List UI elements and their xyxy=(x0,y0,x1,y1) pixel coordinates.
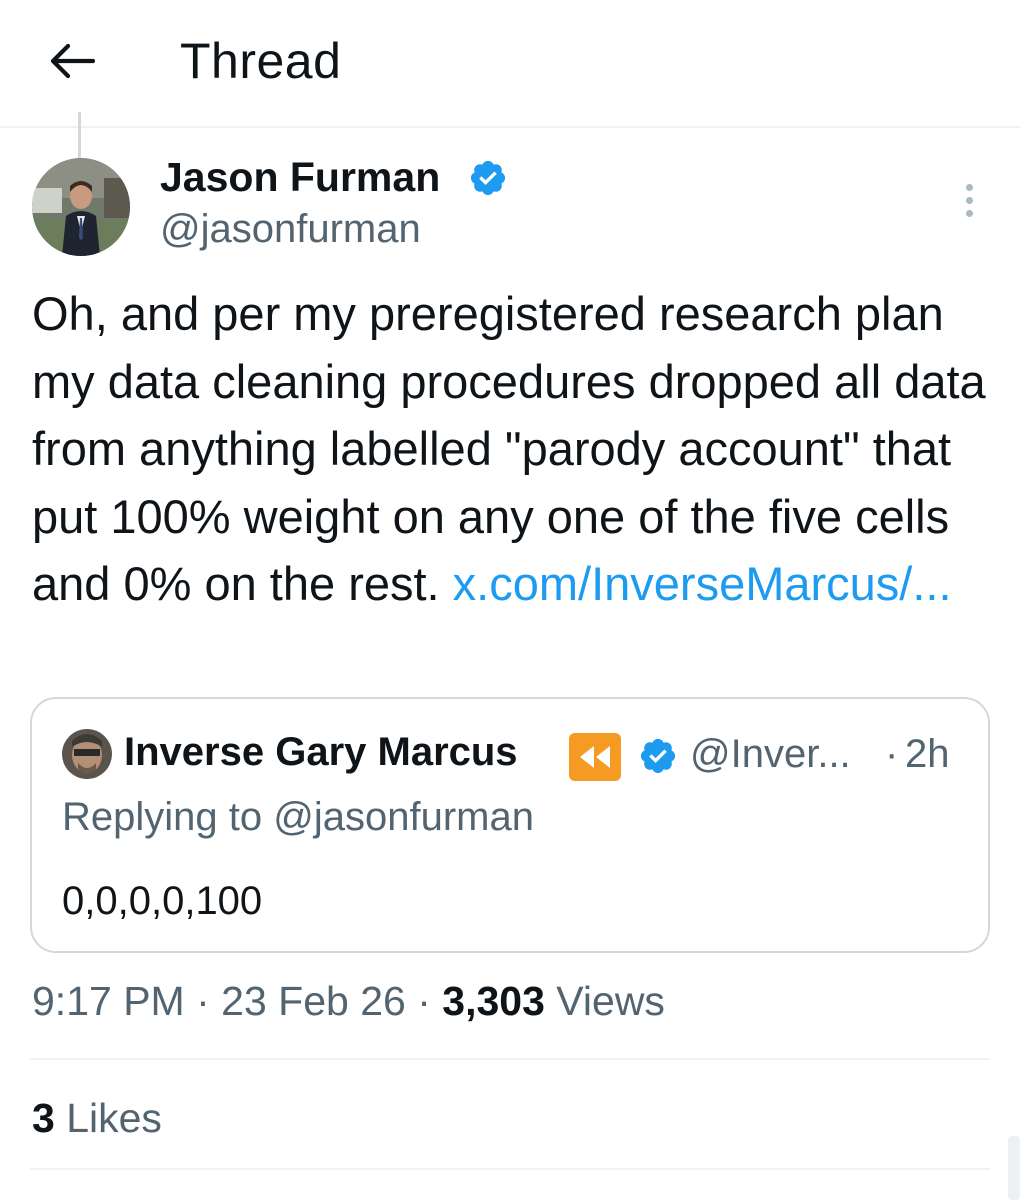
more-dots-icon xyxy=(965,183,973,191)
divider xyxy=(30,1058,990,1060)
quoted-tweet-card[interactable]: Inverse Gary Marcus @Inver... · 2h Reply… xyxy=(30,697,990,953)
quote-profile-photo xyxy=(62,729,112,779)
arrow-left-icon xyxy=(50,43,95,79)
profile-photo xyxy=(32,158,130,256)
tweet-link[interactable]: x.com/InverseMarcus/... xyxy=(453,557,952,610)
tweet-date[interactable]: 23 Feb 26 xyxy=(221,978,406,1024)
likes-link[interactable]: 3 Likes xyxy=(32,1095,162,1142)
quote-reply-context: Replying to @jasonfurman xyxy=(62,795,534,839)
views-count: 3,303 xyxy=(442,978,545,1024)
more-options-button[interactable] xyxy=(952,180,986,220)
author-handle[interactable]: @jasonfurman xyxy=(160,207,421,252)
views-label: Views xyxy=(556,978,665,1024)
quote-separator: · xyxy=(885,732,899,776)
page-title: Thread xyxy=(180,33,342,89)
meta-separator: · xyxy=(417,978,431,1024)
likes-count: 3 xyxy=(32,1095,55,1141)
likes-label: Likes xyxy=(66,1095,162,1141)
quote-timestamp[interactable]: 2h xyxy=(905,732,950,777)
quote-avatar[interactable] xyxy=(62,729,112,779)
avatar[interactable] xyxy=(32,158,130,256)
rewind-emoji-icon xyxy=(569,733,621,781)
quote-verified-badge-icon xyxy=(640,738,676,774)
verified-badge-icon xyxy=(470,160,506,196)
back-button[interactable] xyxy=(40,36,104,86)
tweet-time[interactable]: 9:17 PM xyxy=(32,978,185,1024)
author-name[interactable]: Jason Furman xyxy=(160,154,440,201)
quote-text: 0,0,0,0,100 xyxy=(62,879,263,923)
thread-connector-line xyxy=(78,112,81,158)
divider xyxy=(30,1168,990,1170)
top-bar: Thread xyxy=(0,0,1020,128)
meta-separator: · xyxy=(196,978,210,1024)
tweet-body: Oh, and per my preregistered research pl… xyxy=(32,280,992,618)
scrollbar[interactable] xyxy=(1008,1136,1020,1200)
tweet-metadata: 9:17 PM · 23 Feb 26 · 3,303 Views xyxy=(32,978,665,1025)
quote-author-name[interactable]: Inverse Gary Marcus xyxy=(124,730,518,775)
quote-author-handle[interactable]: @Inver... xyxy=(690,732,851,777)
